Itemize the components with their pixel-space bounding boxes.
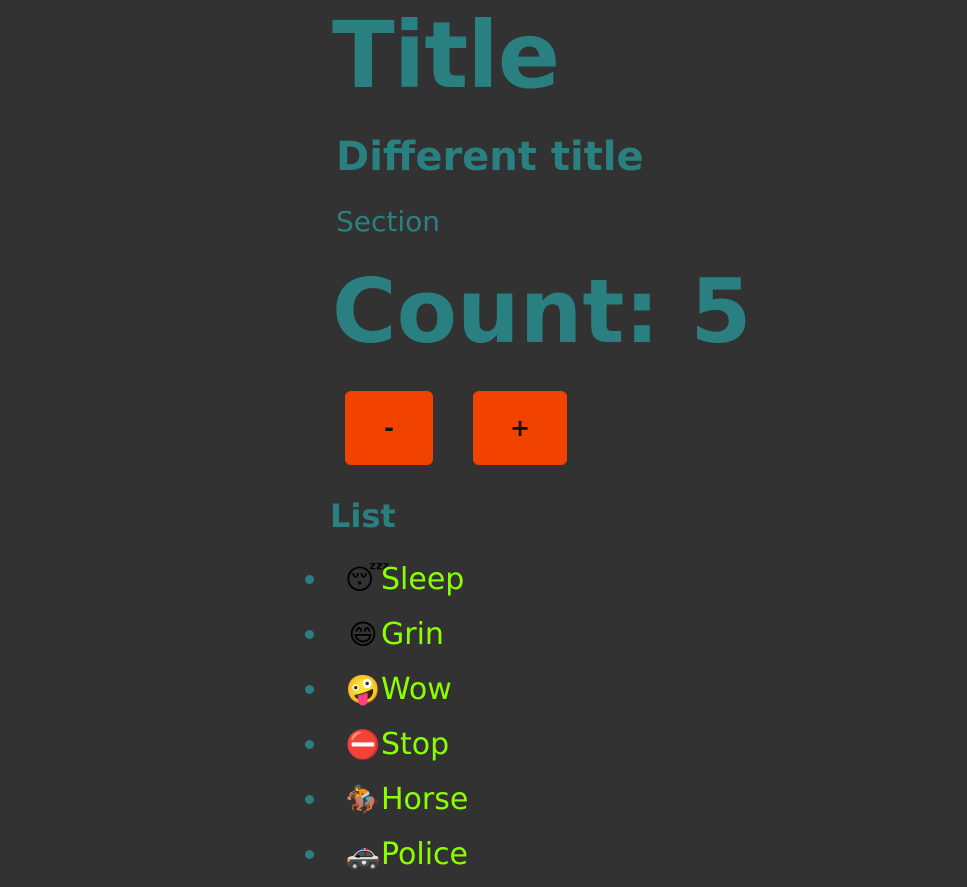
list-item-label: Horse bbox=[381, 781, 469, 817]
list-item-label: Stop bbox=[381, 726, 450, 762]
list-item-label: Police bbox=[381, 836, 468, 872]
list-item: 😄 Grin bbox=[300, 607, 468, 662]
increment-button[interactable]: + bbox=[473, 391, 567, 465]
list-item: 🏇 Horse bbox=[300, 772, 468, 827]
decrement-button[interactable]: - bbox=[345, 391, 433, 465]
no-entry-icon: ⛔ bbox=[345, 727, 381, 761]
bullet-icon bbox=[305, 630, 314, 639]
list-item: 🚓 Police bbox=[300, 827, 468, 882]
bullet-icon bbox=[305, 740, 314, 749]
list-item: ⛔ Stop bbox=[300, 717, 468, 772]
bullet-icon bbox=[305, 795, 314, 804]
app-page: Title Different title Section Count: 5 -… bbox=[0, 0, 967, 887]
bullet-icon bbox=[305, 575, 314, 584]
grinning-face-icon: 😄 bbox=[348, 617, 378, 651]
count-display: Count: 5 bbox=[332, 260, 752, 363]
list-item: 😴 Sleep bbox=[300, 552, 468, 607]
page-subtitle: Different title bbox=[336, 134, 644, 180]
sleeping-face-icon: 😴 bbox=[345, 562, 390, 596]
horse-racing-icon: 🏇 bbox=[345, 782, 381, 816]
list-item-label: Sleep bbox=[381, 561, 465, 597]
list-item-label: Grin bbox=[381, 616, 444, 652]
section-heading: Section bbox=[336, 205, 441, 238]
bullet-icon bbox=[305, 685, 314, 694]
list-item: 🤪 Wow bbox=[300, 662, 468, 717]
bullet-icon bbox=[305, 850, 314, 859]
emoji-list: 😴 Sleep 😄 Grin 🤪 Wow ⛔ Stop 🏇 Horse 🚓 Po… bbox=[300, 552, 468, 882]
police-car-icon: 🚓 bbox=[345, 837, 381, 871]
list-item-label: Wow bbox=[381, 671, 452, 707]
page-title: Title bbox=[332, 2, 560, 109]
list-heading: List bbox=[330, 497, 396, 535]
zany-face-icon: 🤪 bbox=[345, 672, 381, 706]
